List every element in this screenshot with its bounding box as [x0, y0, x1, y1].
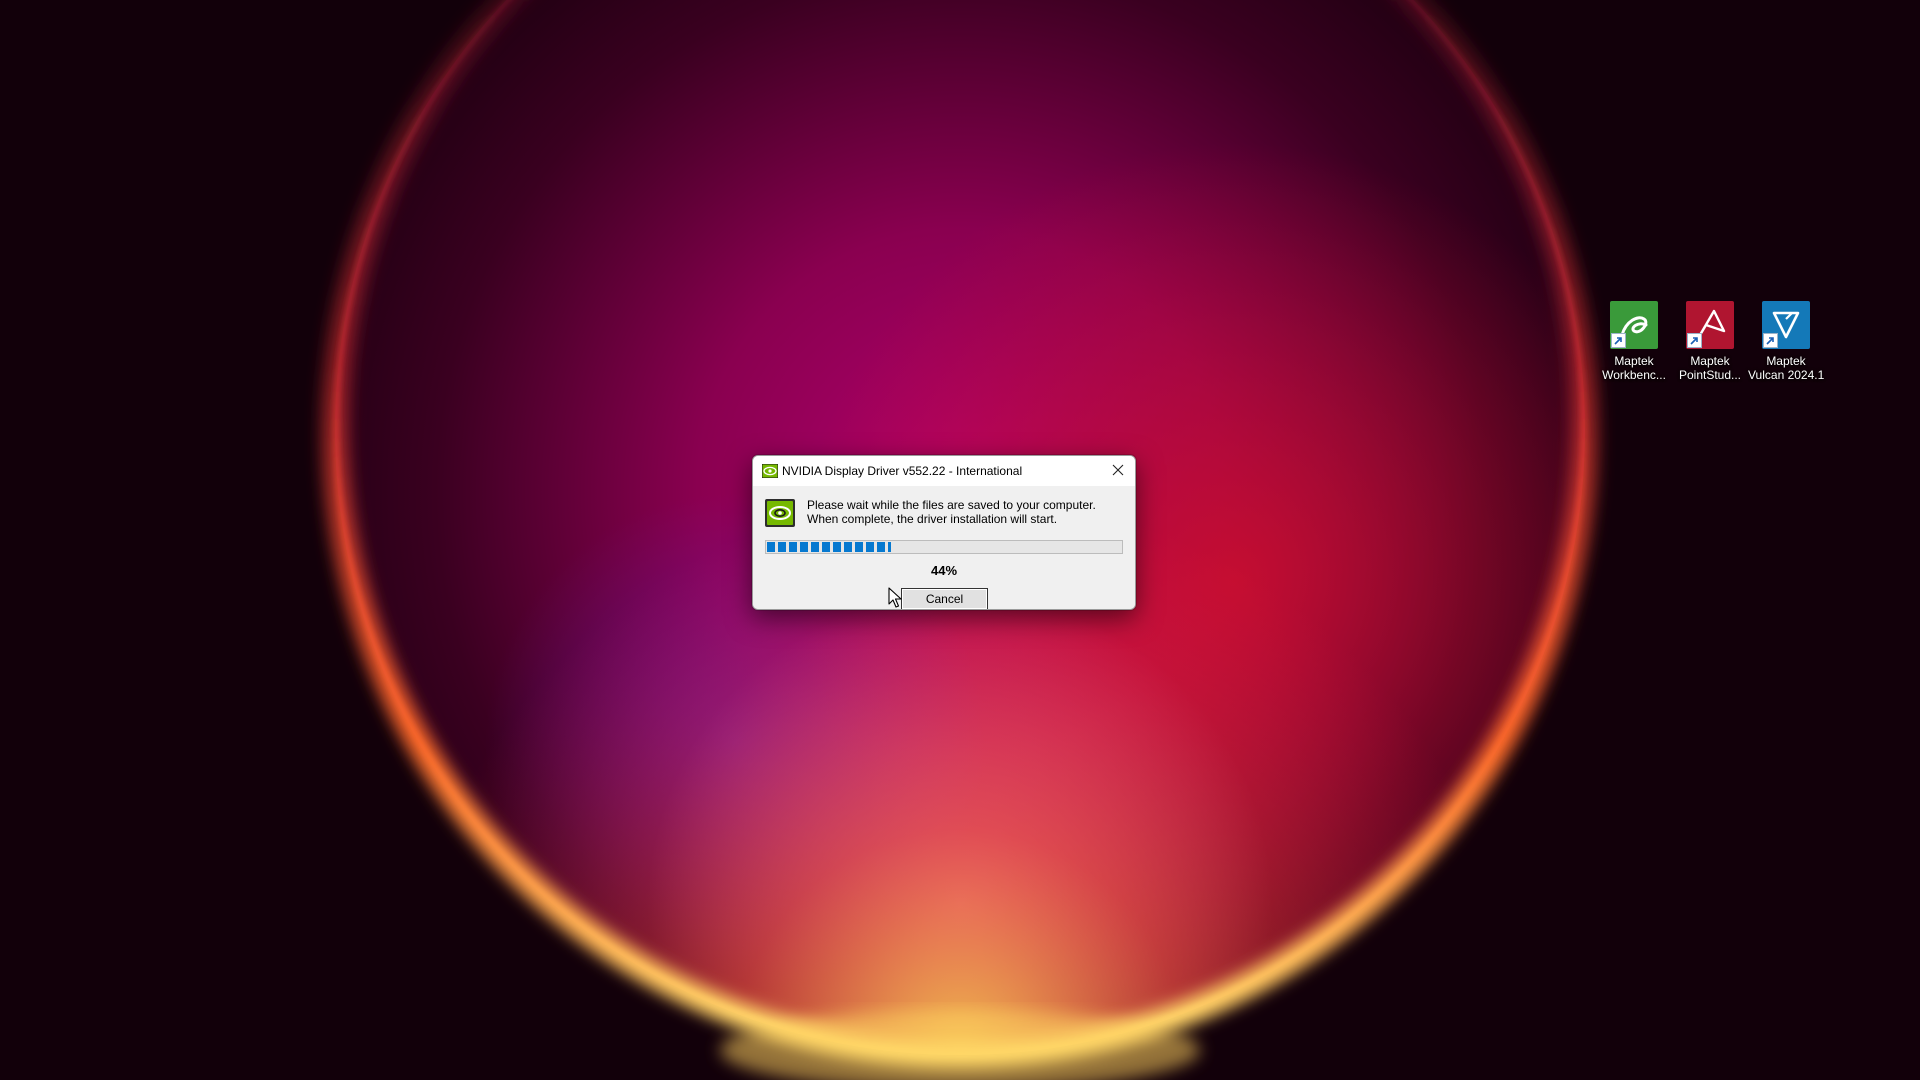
desktop-icon-label-line1: Maptek — [1766, 354, 1806, 368]
dialog-body: Please wait while the files are saved to… — [753, 486, 1135, 609]
shortcut-arrow-icon — [1763, 333, 1778, 348]
message-line-1: Please wait while the files are saved to… — [807, 498, 1096, 512]
desktop-icon-label-line2: Workbenc... — [1602, 368, 1666, 382]
desktop-icon-label-line1: Maptek — [1614, 354, 1654, 368]
dialog-message: Please wait while the files are saved to… — [807, 498, 1096, 526]
dialog-title: NVIDIA Display Driver v552.22 - Internat… — [782, 464, 1023, 478]
nvidia-installer-dialog: NVIDIA Display Driver v552.22 - Internat… — [752, 455, 1136, 610]
maptek-workbench-icon — [1610, 301, 1658, 349]
desktop-icon-label-line2: PointStud... — [1678, 368, 1742, 382]
message-line-2: When complete, the driver installation w… — [807, 512, 1058, 526]
close-button[interactable] — [1103, 456, 1133, 484]
mouse-cursor-icon — [888, 587, 902, 608]
desktop-icon-label-line1: Maptek — [1690, 354, 1730, 368]
desktop-icon-maptek-workbench[interactable]: Maptek Workbenc... — [1596, 298, 1672, 382]
maptek-vulcan-icon — [1762, 301, 1810, 349]
desktop-icon-label-line2: Vulcan 2024.1 — [1748, 368, 1825, 382]
nvidia-installer-icon — [765, 499, 795, 527]
close-icon — [1112, 464, 1124, 476]
progress-percent: 44% — [930, 563, 958, 578]
desktop: Maptek Workbenc... Maptek PointStud... M… — [0, 0, 1920, 1080]
shortcut-arrow-icon — [1687, 333, 1702, 348]
nvidia-logo-icon — [762, 464, 778, 478]
cancel-button[interactable]: Cancel — [901, 588, 988, 609]
desktop-icon-maptek-pointstudio[interactable]: Maptek PointStud... — [1672, 298, 1748, 382]
maptek-pointstudio-icon — [1686, 301, 1734, 349]
dialog-titlebar[interactable]: NVIDIA Display Driver v552.22 - Internat… — [753, 456, 1135, 486]
desktop-icon-maptek-vulcan[interactable]: Maptek Vulcan 2024.1 — [1748, 298, 1824, 382]
progress-bar — [765, 540, 1123, 554]
progress-bar-fill — [767, 542, 891, 552]
shortcut-arrow-icon — [1611, 333, 1626, 348]
